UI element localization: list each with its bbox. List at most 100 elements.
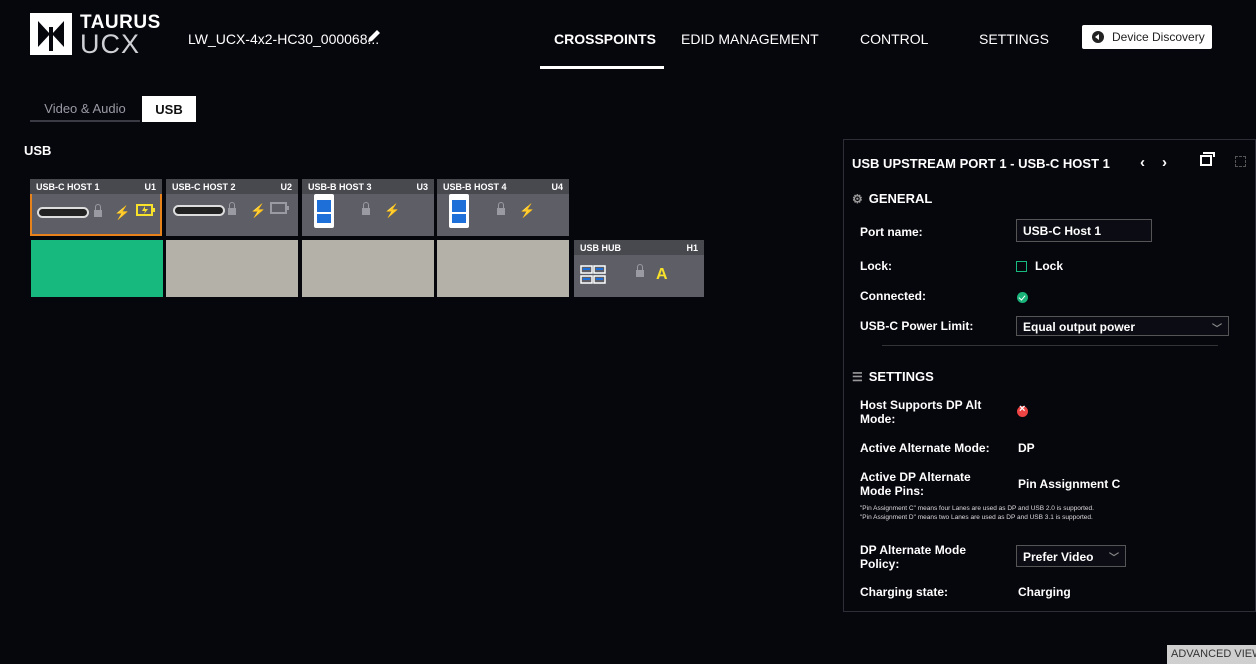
- port-details-panel: USB UPSTREAM PORT 1 - USB-C HOST 1 ‹ › ⚙…: [843, 139, 1256, 612]
- dp-alt-support-label-line-1: Host Supports DP Alt: [860, 398, 982, 412]
- hub-name: USB HUB: [580, 242, 622, 253]
- connected-label: Connected:: [860, 289, 926, 303]
- lock-icon[interactable]: [362, 202, 370, 216]
- alt-mode-value: DP: [1018, 441, 1035, 455]
- port-header: USB-B HOST 3 U3: [302, 179, 434, 194]
- next-port-icon[interactable]: ›: [1162, 154, 1167, 171]
- fullscreen-icon[interactable]: [1235, 156, 1246, 167]
- policy-value: Prefer Video: [1023, 550, 1094, 564]
- lock-icon[interactable]: [94, 204, 102, 218]
- settings-section-label: SETTINGS: [868, 369, 934, 384]
- nav-control[interactable]: CONTROL: [860, 31, 928, 47]
- port-u2[interactable]: USB-C HOST 2 U2 ⚡: [166, 179, 298, 236]
- port-name-input[interactable]: USB-C Host 1: [1016, 219, 1152, 242]
- lock-label: Lock:: [860, 259, 893, 273]
- top-bar: TAURUS UCX LW_UCX-4x2-HC30_000068... CRO…: [0, 0, 1256, 70]
- power-limit-label: USB-C Power Limit:: [860, 319, 974, 333]
- port-name: USB-C HOST 1: [36, 181, 100, 192]
- usb-hub-ports-icon: [580, 264, 606, 286]
- divider: [882, 345, 1218, 346]
- chevron-down-icon: ﹀: [1212, 324, 1222, 335]
- usb-b-connector-icon: [314, 194, 334, 228]
- port-header: USB-B HOST 4 U4: [437, 179, 569, 194]
- charging-value: Charging: [1018, 585, 1071, 599]
- port-id: U1: [144, 181, 156, 192]
- port-name: USB-B HOST 4: [443, 181, 507, 192]
- prev-port-icon[interactable]: ‹: [1140, 154, 1145, 171]
- hub-header: USB HUB H1: [574, 240, 704, 255]
- port-id: U3: [416, 181, 428, 192]
- policy-label-line-1: DP Alternate Mode: [860, 543, 967, 557]
- pin-assignment-note-2: "Pin Assignment D" means two Lanes are u…: [860, 514, 1093, 521]
- usb-c-connector-icon: [173, 205, 225, 216]
- charging-icon: [136, 203, 156, 220]
- lock-checkbox[interactable]: [1016, 261, 1027, 272]
- sliders-icon: ☰: [852, 369, 863, 384]
- brand-line-2: UCX: [80, 29, 141, 59]
- usb-hub-h1[interactable]: USB HUB H1 A: [574, 240, 704, 297]
- tab-video-audio[interactable]: Video & Audio: [30, 96, 140, 122]
- port-id: U4: [551, 181, 563, 192]
- port-u3[interactable]: USB-B HOST 3 U3 ⚡: [302, 179, 434, 236]
- lock-icon[interactable]: [636, 264, 644, 278]
- pins-value: Pin Assignment C: [1018, 477, 1121, 491]
- pins-label-line-1: Active DP Alternate: [860, 470, 971, 484]
- lightware-mark-icon: [30, 13, 72, 55]
- lock-checkbox-label[interactable]: Lock: [1035, 259, 1063, 273]
- policy-label: DP Alternate Mode Policy:: [860, 543, 966, 571]
- charging-label: Charging state:: [860, 585, 949, 599]
- crosspoint-cell-u2-h1[interactable]: [166, 240, 298, 297]
- nav-crosspoints[interactable]: CROSSPOINTS: [554, 31, 656, 47]
- crosspoint-cell-u4-h1[interactable]: [437, 240, 569, 297]
- pins-label: Active DP Alternate Mode Pins:: [860, 470, 971, 498]
- port-u1[interactable]: USB-C HOST 1 U1 ⚡: [30, 179, 162, 236]
- popout-window-icon[interactable]: [1200, 152, 1215, 166]
- power-plug-icon: ⚡: [384, 203, 401, 218]
- not-supported-icon: [1017, 403, 1028, 417]
- tab-usb[interactable]: USB: [142, 96, 196, 122]
- advanced-view-button[interactable]: ADVANCED VIEW: [1167, 645, 1256, 664]
- hub-id: H1: [686, 242, 698, 253]
- lock-icon[interactable]: [497, 202, 505, 216]
- back-arrow-icon: [1092, 31, 1104, 43]
- power-plug-icon: ⚡: [519, 203, 536, 218]
- charging-icon: [270, 201, 290, 218]
- general-section-label: GENERAL: [868, 191, 933, 206]
- dp-alt-support-label-line-2: Mode:: [860, 412, 896, 426]
- panel-title: USB UPSTREAM PORT 1 - USB-C HOST 1: [852, 156, 1110, 171]
- nav-active-indicator: [540, 66, 664, 69]
- power-plug-icon: ⚡: [114, 205, 131, 220]
- nav-edid-management[interactable]: EDID MANAGEMENT: [681, 31, 819, 47]
- chevron-down-icon: ﹀: [1109, 553, 1119, 564]
- lock-icon[interactable]: [228, 202, 236, 216]
- port-header: USB-C HOST 2 U2: [166, 179, 298, 194]
- port-u4[interactable]: USB-B HOST 4 U4 ⚡: [437, 179, 569, 236]
- crosspoint-cell-u3-h1[interactable]: [302, 240, 434, 297]
- settings-section-title: ☰ SETTINGS: [852, 369, 934, 384]
- device-name: LW_UCX-4x2-HC30_000068...: [188, 31, 380, 47]
- port-name: USB-B HOST 3: [308, 181, 372, 192]
- usb-b-connector-icon: [449, 194, 469, 228]
- policy-label-line-2: Policy:: [860, 557, 900, 571]
- device-discovery-label: Device Discovery: [1112, 30, 1205, 44]
- pencil-icon[interactable]: [366, 28, 382, 44]
- pin-assignment-note-1: "Pin Assignment C" means four Lanes are …: [860, 505, 1094, 512]
- usb-c-connector-icon: [37, 207, 89, 218]
- hub-mode-indicator: A: [656, 266, 668, 283]
- usb-section-title: USB: [24, 143, 52, 158]
- taurus-ucx-logo: TAURUS UCX: [30, 12, 160, 59]
- crosspoint-cell-u1-h1[interactable]: [31, 240, 163, 297]
- gears-icon: ⚙: [852, 191, 863, 206]
- port-header: USB-C HOST 1 U1: [30, 179, 162, 194]
- pins-label-line-2: Mode Pins:: [860, 484, 925, 498]
- power-limit-value: Equal output power: [1023, 320, 1135, 334]
- policy-select[interactable]: Prefer Video ﹀: [1016, 545, 1126, 567]
- port-name: USB-C HOST 2: [172, 181, 236, 192]
- power-limit-select[interactable]: Equal output power ﹀: [1016, 316, 1229, 336]
- nav-settings[interactable]: SETTINGS: [979, 31, 1049, 47]
- device-discovery-button[interactable]: Device Discovery: [1082, 25, 1212, 49]
- power-plug-icon: ⚡: [250, 203, 267, 218]
- alt-mode-label: Active Alternate Mode:: [860, 441, 990, 455]
- dp-alt-support-label: Host Supports DP Alt Mode:: [860, 398, 981, 426]
- port-id: U2: [280, 181, 292, 192]
